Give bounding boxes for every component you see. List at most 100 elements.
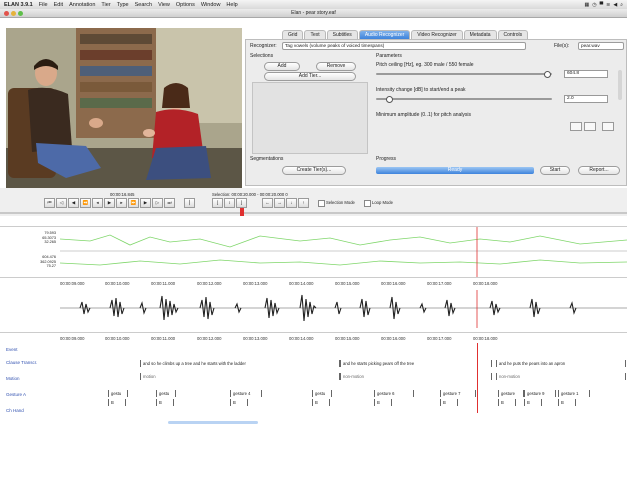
previous-second-button[interactable]: ◀ xyxy=(68,198,79,208)
display-icon[interactable]: ▀ xyxy=(600,2,604,8)
hand-annotation-4[interactable]: B xyxy=(312,399,330,406)
pitch-ceiling-field[interactable]: 604.8 xyxy=(564,70,608,78)
files-select[interactable]: pear.wav xyxy=(578,42,624,50)
step-forward-button[interactable]: ⏩ xyxy=(128,198,139,208)
waveform-viewer[interactable]: 00:00:09.000 00:00:10.000 00:00:11.000 0… xyxy=(0,278,627,330)
gesture-annotation-7[interactable]: gesture 7 xyxy=(440,390,476,397)
close-window-icon[interactable] xyxy=(4,10,9,16)
hand-annotation-6[interactable]: B xyxy=(440,399,458,406)
gesture-annotation-6[interactable]: gesture 6 xyxy=(374,390,414,397)
selection-toggle-button[interactable]: ↕ xyxy=(224,198,235,208)
clock-icon[interactable]: ◷ xyxy=(592,2,596,8)
go-to-end-button[interactable]: ⏭ xyxy=(164,198,175,208)
loop-mode-checkbox[interactable] xyxy=(364,200,371,207)
timeline-slider-handle[interactable] xyxy=(240,208,244,216)
tab-controls[interactable]: Controls xyxy=(497,30,529,39)
report-button[interactable]: Report... xyxy=(578,166,620,175)
menu-help[interactable]: Help xyxy=(223,2,240,8)
hand-annotation-2[interactable]: B xyxy=(156,399,174,406)
horizontal-scrollbar[interactable] xyxy=(168,421,258,424)
gesture-annotation-1[interactable]: gestu xyxy=(108,390,128,397)
app-menu[interactable]: ELAN 3.9.1 xyxy=(0,2,36,8)
tab-audio-recognizer[interactable]: Audio Recognizer xyxy=(358,30,411,39)
menu-edit[interactable]: Edit xyxy=(51,2,66,8)
hand-annotation-7[interactable]: B xyxy=(498,399,516,406)
grid-icon[interactable]: ▦ xyxy=(584,2,589,8)
pitch-ceiling-slider[interactable] xyxy=(376,73,552,75)
volume-icon[interactable]: ◀ xyxy=(613,2,617,8)
play-selection-button[interactable]: ⎮ xyxy=(184,198,195,208)
recognizer-select[interactable]: Tag vowels (volume peaks of voiced times… xyxy=(282,42,526,50)
tier-label-motion[interactable]: Motion xyxy=(6,376,20,381)
next-second-button[interactable]: ▶ xyxy=(140,198,151,208)
step-back-button[interactable]: ⏪ xyxy=(80,198,91,208)
tier-label-gesture[interactable]: Gesture A xyxy=(6,392,26,397)
tab-metadata[interactable]: Metadata xyxy=(463,30,497,39)
gesture-annotation-5[interactable]: gestu xyxy=(312,390,332,397)
menu-view[interactable]: View xyxy=(155,2,173,8)
minimize-window-icon[interactable] xyxy=(11,10,16,16)
tier-label-clause[interactable]: Clause Transcr. xyxy=(6,360,37,365)
intensity-change-slider[interactable] xyxy=(376,98,552,100)
selection-begin-button[interactable]: [ xyxy=(212,198,223,208)
search-icon[interactable]: ⌕ xyxy=(620,2,623,8)
next-annotation-button[interactable]: → xyxy=(274,198,285,208)
next-frame-button[interactable]: ▷ xyxy=(152,198,163,208)
menu-window[interactable]: Window xyxy=(198,2,224,8)
gesture-annotation-10[interactable]: gesture 1 xyxy=(558,390,590,397)
tab-grid[interactable]: Grid xyxy=(282,30,304,39)
forward-button[interactable]: ▸ xyxy=(116,198,127,208)
tab-subtitles[interactable]: Subtitles xyxy=(326,30,358,39)
parameters-scrollbar[interactable] xyxy=(618,70,622,100)
menu-annotation[interactable]: Annotation xyxy=(66,2,98,8)
go-to-begin-button[interactable]: ⏮ xyxy=(44,198,55,208)
clause-annotation-3[interactable]: and he puts the pears into an apron xyxy=(496,360,626,367)
motion-annotation-1[interactable]: motion xyxy=(140,373,340,380)
selections-list[interactable] xyxy=(252,82,368,154)
hand-annotation-9[interactable]: B xyxy=(558,399,576,406)
hand-annotation-5[interactable]: B xyxy=(374,399,392,406)
tier-label-hand[interactable]: Ch Hand xyxy=(6,408,24,413)
selection-end-button[interactable]: ] xyxy=(236,198,247,208)
menu-search[interactable]: Search xyxy=(132,2,155,8)
play-button[interactable]: ▶ xyxy=(104,198,115,208)
annotation-up-button[interactable]: ↑ xyxy=(298,198,309,208)
menu-tier[interactable]: Tier xyxy=(98,2,113,8)
tab-text[interactable]: Text xyxy=(304,30,326,39)
pitch-viewer[interactable]: 79.593 65.3073 32.265 604.476 362.0925 7… xyxy=(0,226,627,278)
gesture-annotation-9[interactable]: gesture 9 xyxy=(524,390,556,397)
param-button-2[interactable] xyxy=(584,122,596,131)
rewind-button[interactable]: ◂ xyxy=(92,198,103,208)
gesture-annotation-8[interactable]: gesture xyxy=(498,390,524,397)
motion-annotation-2[interactable]: non-motion xyxy=(340,373,492,380)
hand-annotation-8[interactable]: B xyxy=(524,399,542,406)
start-button[interactable]: Start xyxy=(540,166,570,175)
add-button[interactable]: Add xyxy=(264,62,300,71)
zoom-window-icon[interactable] xyxy=(18,10,23,16)
param-button-3[interactable] xyxy=(602,122,614,131)
create-tiers-button[interactable]: Create Tier(s)... xyxy=(282,166,346,175)
gesture-annotation-2[interactable]: gestu xyxy=(156,390,176,397)
timeline-viewer[interactable]: 00:00:09.000 00:00:10.000 00:00:11.000 0… xyxy=(0,332,627,425)
hand-annotation-1[interactable]: B xyxy=(108,399,126,406)
add-tier-button[interactable]: Add Tier... xyxy=(264,72,356,81)
tab-video-recognizer[interactable]: Video Recognizer xyxy=(411,30,463,39)
param-button-1[interactable] xyxy=(570,122,582,131)
menu-options[interactable]: Options xyxy=(173,2,198,8)
wifi-icon[interactable]: ≋ xyxy=(606,2,610,8)
previous-annotation-button[interactable]: ← xyxy=(262,198,273,208)
timeline-slider[interactable] xyxy=(0,212,627,214)
clause-annotation-2[interactable]: and he starts picking pears off the tree xyxy=(340,360,492,367)
gesture-annotation-4[interactable]: gesture 4 xyxy=(230,390,262,397)
menu-type[interactable]: Type xyxy=(114,2,132,8)
hand-annotation-3[interactable]: B xyxy=(230,399,248,406)
clause-annotation-1[interactable]: and so he climbs up a tree and he starts… xyxy=(140,360,340,367)
video-viewer[interactable] xyxy=(6,28,242,188)
previous-frame-button[interactable]: ◁ xyxy=(56,198,67,208)
annotation-down-button[interactable]: ↓ xyxy=(286,198,297,208)
motion-annotation-3[interactable]: non-motion xyxy=(496,373,626,380)
intensity-change-field[interactable]: 2.0 xyxy=(564,95,608,103)
intensity-change-knob[interactable] xyxy=(386,96,393,103)
tier-label-event[interactable]: Event xyxy=(6,347,18,352)
pitch-ceiling-knob[interactable] xyxy=(544,71,551,78)
